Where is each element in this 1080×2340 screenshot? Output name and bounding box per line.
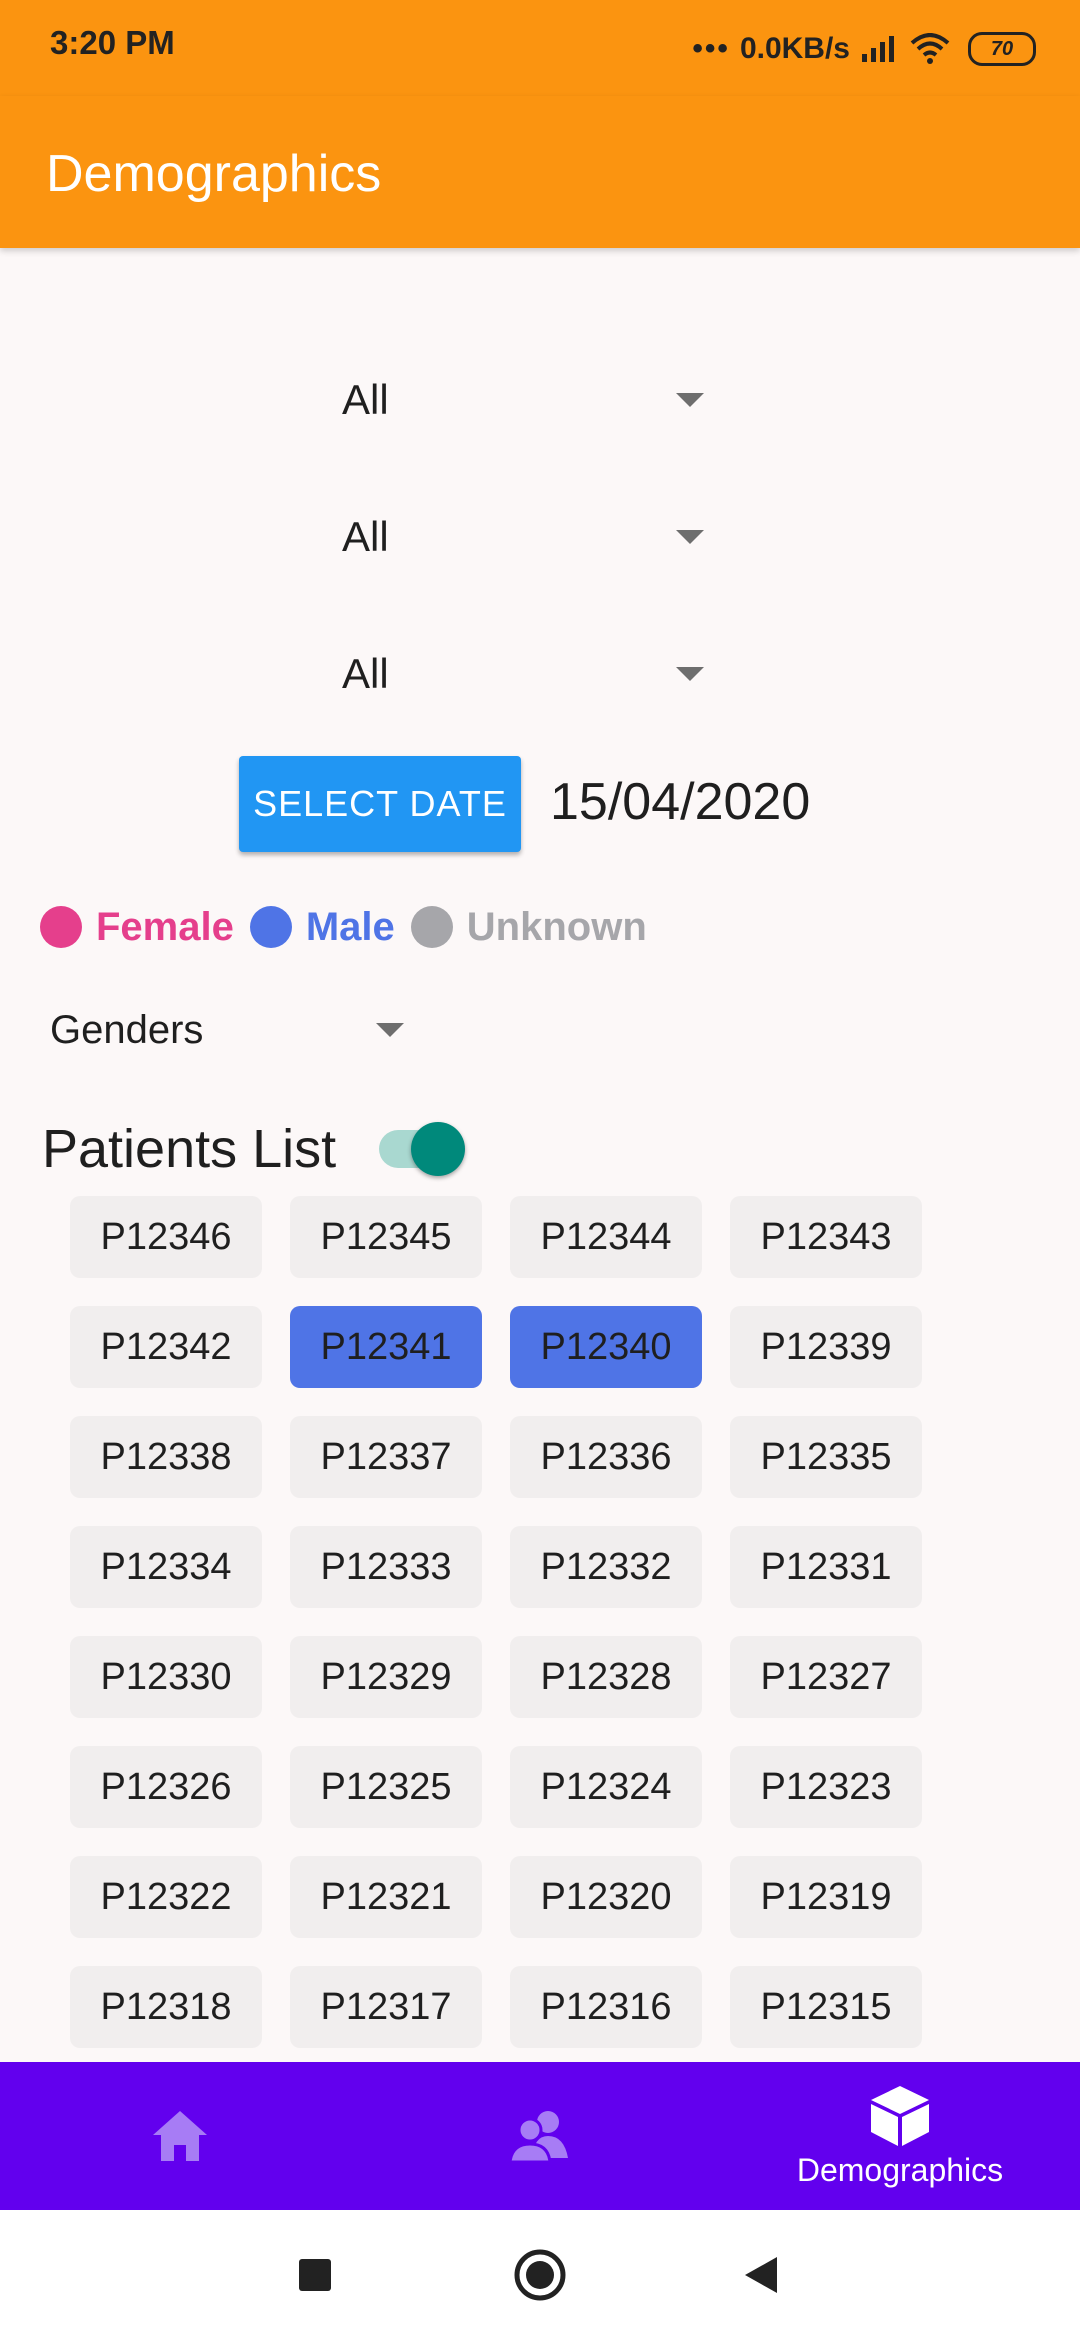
patient-chip[interactable]: P12338 (70, 1416, 262, 1498)
patient-chip[interactable]: P12319 (730, 1856, 922, 1938)
system-nav-bar (0, 2210, 1080, 2340)
select-date-button[interactable]: SELECT DATE (239, 756, 521, 852)
male-dot-icon (249, 906, 292, 948)
patient-chip[interactable]: P12323 (730, 1746, 922, 1828)
signal-icon (862, 36, 894, 62)
toggle-thumb (411, 1122, 465, 1176)
selected-date: 15/04/2020 (550, 773, 811, 831)
patient-chip[interactable]: P12332 (510, 1526, 702, 1608)
legend-item-unknown: Unknown (410, 904, 647, 950)
patient-chip[interactable]: P12341 (290, 1306, 482, 1388)
patient-chip[interactable]: P12324 (510, 1746, 702, 1828)
filter-dropdown-value: All (342, 513, 389, 560)
cube-icon (871, 2085, 929, 2146)
patient-chip[interactable]: P12333 (290, 1526, 482, 1608)
patient-chip[interactable]: P12328 (510, 1636, 702, 1718)
patient-chip[interactable]: P12335 (730, 1416, 922, 1498)
status-bar: 3:20 PM ••• 0.0KB/s 70 (0, 0, 1080, 96)
patients-list-title: Patients List (42, 1119, 337, 1179)
nav-label-demographics: Demographics (796, 2151, 1004, 2188)
patient-chip[interactable]: P12336 (510, 1416, 702, 1498)
patient-chip[interactable]: P12327 (730, 1636, 922, 1718)
patients-list-toggle[interactable] (375, 1118, 471, 1180)
unknown-dot-icon (410, 906, 453, 948)
back-button[interactable] (715, 2210, 805, 2340)
network-speed: 0.0KB/s (739, 32, 850, 65)
genders-dropdown[interactable]: Genders (50, 1000, 420, 1060)
patient-chip[interactable]: P12330 (70, 1636, 262, 1718)
status-indicators: ••• 0.0KB/s 70 (692, 24, 1036, 74)
patient-chip[interactable]: P12339 (730, 1306, 922, 1388)
battery-icon: 70 (968, 32, 1036, 66)
home-icon (153, 2111, 207, 2161)
genders-dropdown-value: Genders (50, 1007, 204, 1052)
home-button[interactable] (495, 2210, 585, 2340)
legend-label: Female (96, 904, 234, 949)
filter-dropdown-value: All (342, 376, 389, 423)
legend-item-female: Female (40, 905, 234, 950)
home-circle-icon (514, 2249, 566, 2301)
patient-chip[interactable]: P12337 (290, 1416, 482, 1498)
status-time: 3:20 PM (50, 24, 175, 61)
gender-legend: Female Male Unknown (40, 900, 663, 954)
filter-dropdown-2[interactable]: All (330, 487, 720, 587)
patient-chip[interactable]: P12322 (70, 1856, 262, 1938)
patient-chip[interactable]: P12346 (70, 1196, 262, 1278)
app-bar: Demographics (0, 96, 1080, 248)
wifi-icon (910, 33, 950, 64)
filter-dropdown-1[interactable]: All (330, 350, 720, 450)
people-icon (508, 2111, 568, 2164)
filter-dropdown-3[interactable]: All (330, 624, 720, 724)
patient-chip[interactable]: P12320 (510, 1856, 702, 1938)
patient-chip[interactable]: P12334 (70, 1526, 262, 1608)
patient-chip[interactable]: P12329 (290, 1636, 482, 1718)
patient-chip[interactable]: P12340 (510, 1306, 702, 1388)
bottom-nav: Demographics (0, 2062, 1080, 2210)
female-dot-icon (40, 906, 82, 948)
nav-item-demographics[interactable]: Demographics (780, 2062, 1020, 2210)
legend-label: Unknown (466, 904, 647, 949)
dropdown-arrow-icon (676, 530, 704, 544)
nav-item-home[interactable] (90, 2062, 270, 2210)
patient-chip[interactable]: P12325 (290, 1746, 482, 1828)
patient-chip[interactable]: P12317 (290, 1966, 482, 2048)
filter-dropdown-value: All (342, 650, 389, 697)
recents-icon (299, 2259, 331, 2291)
patient-chip[interactable]: P12321 (290, 1856, 482, 1938)
recents-button[interactable] (270, 2210, 360, 2340)
page-title: Demographics (46, 145, 382, 203)
back-icon (745, 2257, 777, 2293)
patient-chip[interactable]: P12344 (510, 1196, 702, 1278)
legend-label: Male (305, 904, 395, 949)
patient-chip[interactable]: P12331 (730, 1526, 922, 1608)
nav-item-patients[interactable] (450, 2062, 630, 2210)
legend-item-male: Male (249, 904, 395, 950)
dropdown-arrow-icon (676, 667, 704, 681)
patient-chip[interactable]: P12316 (510, 1966, 702, 2048)
dropdown-arrow-icon (376, 1023, 404, 1037)
patient-chip[interactable]: P12315 (730, 1966, 922, 2048)
patient-chip[interactable]: P12343 (730, 1196, 922, 1278)
patient-chip[interactable]: P12318 (70, 1966, 262, 2048)
patient-chip[interactable]: P12345 (290, 1196, 482, 1278)
patient-chip[interactable]: P12326 (70, 1746, 262, 1828)
patients-grid[interactable]: P12346 P12345 P12344 P12343 P12342 P12341 P123… (0, 1196, 1080, 2062)
dropdown-arrow-icon (676, 393, 704, 407)
more-notifications-icon: ••• (692, 32, 730, 65)
patient-chip[interactable]: P12342 (70, 1306, 262, 1388)
